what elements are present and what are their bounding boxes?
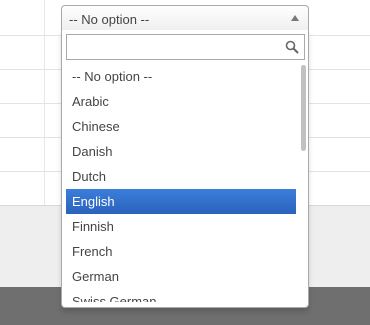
search-input[interactable] (66, 34, 305, 60)
caret-up-icon (291, 15, 299, 21)
option-chinese[interactable]: Chinese (66, 114, 296, 139)
option-finnish[interactable]: Finnish (66, 214, 296, 239)
option-danish[interactable]: Danish (66, 139, 296, 164)
option-german[interactable]: German (66, 264, 296, 289)
option-french[interactable]: French (66, 239, 296, 264)
search-icon (285, 40, 299, 54)
option-arabic[interactable]: Arabic (66, 89, 296, 114)
option-no-option[interactable]: -- No option -- (66, 64, 296, 89)
select-dropdown: -- No option -- Arabic Chinese Danish Du… (61, 30, 309, 308)
scrollbar-thumb[interactable] (301, 65, 306, 151)
select-current-value: -- No option -- (69, 12, 150, 27)
options-list: -- No option -- Arabic Chinese Danish Du… (62, 64, 308, 302)
option-swiss-german[interactable]: Swiss German (66, 289, 296, 302)
option-english[interactable]: English (66, 189, 296, 214)
language-select[interactable]: -- No option -- (61, 5, 309, 31)
search-field (66, 34, 305, 60)
option-dutch[interactable]: Dutch (66, 164, 296, 189)
